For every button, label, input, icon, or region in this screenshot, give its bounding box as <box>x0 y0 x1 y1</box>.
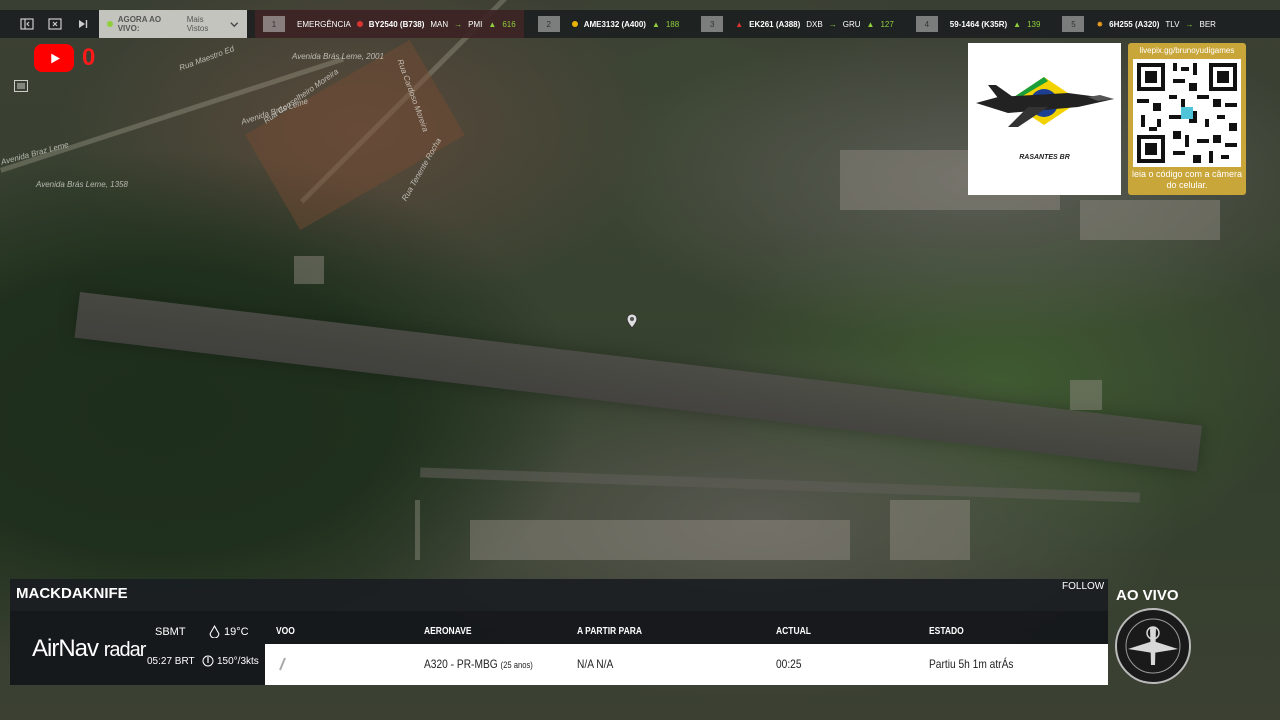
wind-icon <box>202 655 214 667</box>
aircraft-cell: A320 - PR-MBG (25 anos) <box>424 657 533 671</box>
header-estado: ESTADO <box>929 626 964 637</box>
route-arrow-icon: → <box>1185 19 1194 29</box>
viewers-icon: ▲ <box>488 19 497 29</box>
emergency-dot-icon <box>356 21 363 27</box>
live-label: AO VIVO <box>1116 587 1179 604</box>
status-cell: Partiu 5h 1m atrÁs <box>929 657 1014 671</box>
ticker-flight: 59-1464 (K35R) <box>949 19 1008 29</box>
header-voo: VOO <box>276 626 295 637</box>
header-aeronave: AERONAVE <box>424 626 472 637</box>
local-time: 05:27 BRT <box>147 656 195 667</box>
route-arrow-icon: → <box>828 19 837 29</box>
airport-code: SBMT <box>155 626 186 638</box>
qr-code-icon <box>1133 59 1241 167</box>
youtube-counter: 0 <box>82 44 96 71</box>
temperature-value: 19°C <box>224 625 249 638</box>
plane-icon <box>279 657 286 671</box>
brand-main: AirNav <box>32 635 99 662</box>
rasantes-logo: RASANTES BR <box>968 43 1121 195</box>
brand-badge-icon <box>1115 608 1191 684</box>
ticker-item-3[interactable]: 3 ▲ EK261 (A388) DXB → GRU ▲ 127 <box>693 10 902 38</box>
map-street-label: Rua Maestro Ed <box>178 44 236 73</box>
ticker-flight: BY2540 (B738) <box>368 19 425 29</box>
skip-next-icon[interactable] <box>69 10 97 38</box>
wind: 150°/3kts <box>202 655 259 667</box>
aircraft-age: (25 anos) <box>500 660 533 670</box>
now-live-dropdown[interactable]: AGORA AO VIVO: Mais Vistos <box>99 10 247 38</box>
cloud-icon <box>209 625 220 638</box>
star-icon: ✸ <box>1096 19 1104 29</box>
road <box>415 500 420 560</box>
runway <box>74 292 1203 472</box>
top-bar: AGORA AO VIVO: Mais Vistos 1 EMERGÊNCIA … <box>0 10 1280 38</box>
building <box>890 500 970 560</box>
building-row <box>470 520 850 560</box>
route-cell: N/A N/A <box>577 657 614 671</box>
ticker-route-from: TLV <box>1165 19 1180 29</box>
viewers-icon: ▲ <box>866 19 875 29</box>
livepix-qr-panel: livepix.gg/brunoyudigames leia o código … <box>1128 43 1246 195</box>
ticker-flight: AME3132 (A400) <box>583 19 646 29</box>
list-view-icon[interactable] <box>8 76 34 96</box>
ticker-route-to: BER <box>1199 19 1216 29</box>
logo-caption: RASANTES BR <box>1019 154 1070 161</box>
ticker-count: 616 <box>502 19 516 29</box>
chevron-down-icon <box>230 21 239 27</box>
ticker-number: 2 <box>537 16 560 32</box>
live-dot-icon <box>107 21 113 27</box>
header-partir: A PARTIR PARA <box>577 626 643 637</box>
ticker-item-4[interactable]: 4 59-1464 (K35R) ▲ 139 <box>908 10 1049 38</box>
collapse-panel-icon[interactable] <box>13 10 41 38</box>
aircraft-value: A320 - PR-MBG <box>424 657 498 671</box>
ticker-item-1[interactable]: 1 EMERGÊNCIA BY2540 (B738) MAN → PMI ▲ 6… <box>255 10 524 38</box>
ticker-count: 127 <box>880 19 894 29</box>
jet-flag-icon <box>976 77 1114 127</box>
qr-url: livepix.gg/brunoyudigames <box>1139 46 1235 55</box>
close-panel-icon[interactable] <box>41 10 69 38</box>
plane-icon: ▲ <box>735 19 744 29</box>
ticker-route-from: MAN <box>430 19 449 29</box>
military-dot-icon <box>571 21 578 27</box>
ticker-title: EMERGÊNCIA <box>297 19 351 29</box>
ticker-count: 139 <box>1027 19 1041 29</box>
ticker-flight: EK261 (A388) <box>749 19 801 29</box>
ticker-item-2[interactable]: 2 AME3132 (A400) ▲ 188 <box>530 10 688 38</box>
map-street-label: Avenida Brás Leme, 1358 <box>36 180 128 189</box>
now-live-value: Mais Vistos <box>186 15 209 33</box>
viewers-icon: ▲ <box>651 19 660 29</box>
now-live-label: AGORA AO VIVO: <box>117 15 162 33</box>
ticker-route-to: GRU <box>842 19 861 29</box>
taxiway <box>420 467 1140 503</box>
ticker-number: 4 <box>915 16 938 32</box>
ticker-number: 5 <box>1062 16 1085 32</box>
ticker-route-from: DXB <box>806 19 823 29</box>
flight-data-row: A320 - PR-MBG (25 anos) N/A N/A 00:25 Pa… <box>265 644 1108 685</box>
ticker-route-to: PMI <box>468 19 483 29</box>
airnav-logo: AirNav radar <box>32 635 147 663</box>
runway-marker <box>294 256 324 284</box>
ticker-item-5[interactable]: 5 ✸ 6H255 (A320) TLV → BER <box>1054 10 1223 38</box>
youtube-icon[interactable] <box>34 44 74 72</box>
route-arrow-icon: → <box>454 19 463 29</box>
ticker-count: 188 <box>665 19 680 29</box>
map-street-label: Avenida Brás Leme, 2001 <box>292 52 384 61</box>
ticker-number: 1 <box>263 16 285 32</box>
wind-value: 150°/3kts <box>217 655 259 667</box>
ticker-number: 3 <box>701 16 724 32</box>
flight-info-panel: MACKDAKNIFE FOLLOW AirNav radar SBMT 05:… <box>10 579 1108 685</box>
location-pin-icon[interactable] <box>626 314 638 328</box>
follow-button[interactable]: FOLLOW <box>1062 581 1104 592</box>
brand-sub: radar <box>103 639 147 661</box>
header-actual: ACTUAL <box>776 626 811 637</box>
callsign: MACKDAKNIFE <box>16 585 128 602</box>
qr-caption: leia o código com a câmera do celular. <box>1131 169 1243 190</box>
ticker-flight: 6H255 (A320) <box>1109 19 1160 29</box>
hangar-area <box>1080 200 1220 240</box>
actual-cell: 00:25 <box>776 657 802 671</box>
viewers-icon: ▲ <box>1013 19 1022 29</box>
temperature: 19°C <box>208 625 249 638</box>
runway-marker <box>1070 380 1102 410</box>
